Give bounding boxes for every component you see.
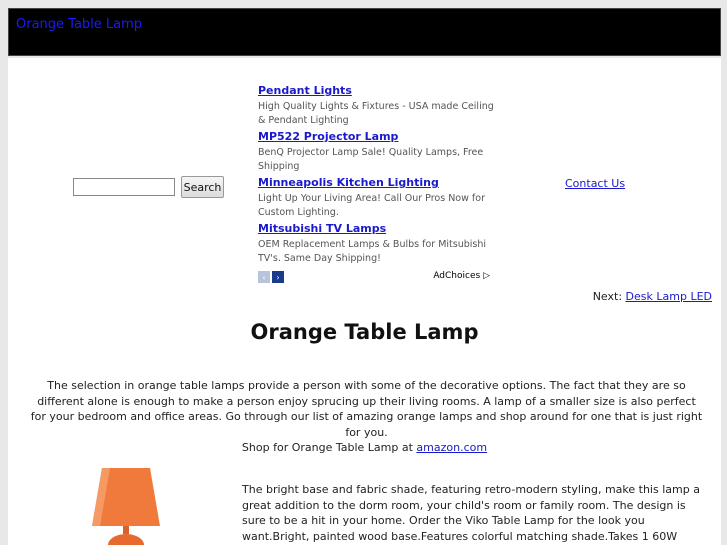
ad-navigation: ‹ › AdChoices ▷ xyxy=(258,271,490,285)
next-article-link[interactable]: Desk Lamp LED xyxy=(626,290,712,303)
ad-description: Light Up Your Living Area! Call Our Pros… xyxy=(258,193,485,218)
page-background: Orange Table Lamp Search Pendant Lights … xyxy=(0,0,727,545)
ad-item: Pendant Lights High Quality Lights & Fix… xyxy=(258,84,500,130)
ad-prev-arrow-icon[interactable]: ‹ xyxy=(258,271,270,283)
lamp-product-image[interactable] xyxy=(90,468,162,545)
site-title-link[interactable]: Orange Table Lamp xyxy=(16,17,142,32)
ad-item: Minneapolis Kitchen Lighting Light Up Yo… xyxy=(258,176,500,222)
ad-item: Mitsubishi TV Lamps OEM Replacement Lamp… xyxy=(258,222,500,268)
adchoices-link[interactable]: AdChoices ▷ xyxy=(433,271,490,281)
main-content: Search Pendant Lights High Quality Light… xyxy=(8,58,721,545)
page-title: Orange Table Lamp xyxy=(250,320,479,344)
contact-us-link[interactable]: Contact Us xyxy=(565,177,625,190)
lamp-neck xyxy=(123,526,129,534)
amazon-link[interactable]: amazon.com xyxy=(416,441,487,454)
ad-title-link[interactable]: Pendant Lights xyxy=(258,84,500,98)
search-button[interactable]: Search xyxy=(181,176,224,198)
ad-title-link[interactable]: Minneapolis Kitchen Lighting xyxy=(258,176,500,190)
lamp-base xyxy=(108,534,144,545)
ad-block: Pendant Lights High Quality Lights & Fix… xyxy=(258,84,500,268)
ad-description: BenQ Projector Lamp Sale! Quality Lamps,… xyxy=(258,147,484,172)
ad-description: OEM Replacement Lamps & Bulbs for Mitsub… xyxy=(258,239,487,264)
shop-line: Shop for Orange Table Lamp at amazon.com xyxy=(8,441,721,454)
next-prefix: Next: xyxy=(592,290,623,303)
ad-item: MP522 Projector Lamp BenQ Projector Lamp… xyxy=(258,130,500,176)
adchoices-label: AdChoices xyxy=(433,271,481,281)
ad-next-arrow-icon[interactable]: › xyxy=(272,271,284,283)
next-article-nav: Next: Desk Lamp LED xyxy=(593,290,712,303)
ad-title-link[interactable]: MP522 Projector Lamp xyxy=(258,130,500,144)
adchoices-icon: ▷ xyxy=(483,271,490,281)
search-input[interactable] xyxy=(73,178,175,196)
site-header: Orange Table Lamp xyxy=(8,8,721,56)
shop-prefix: Shop for Orange Table Lamp at xyxy=(241,441,413,454)
intro-paragraph: The selection in orange table lamps prov… xyxy=(30,379,703,439)
product-description: The bright base and fabric shade, featur… xyxy=(242,483,700,543)
ad-description: High Quality Lights & Fixtures - USA mad… xyxy=(258,101,494,126)
ad-title-link[interactable]: Mitsubishi TV Lamps xyxy=(258,222,500,236)
